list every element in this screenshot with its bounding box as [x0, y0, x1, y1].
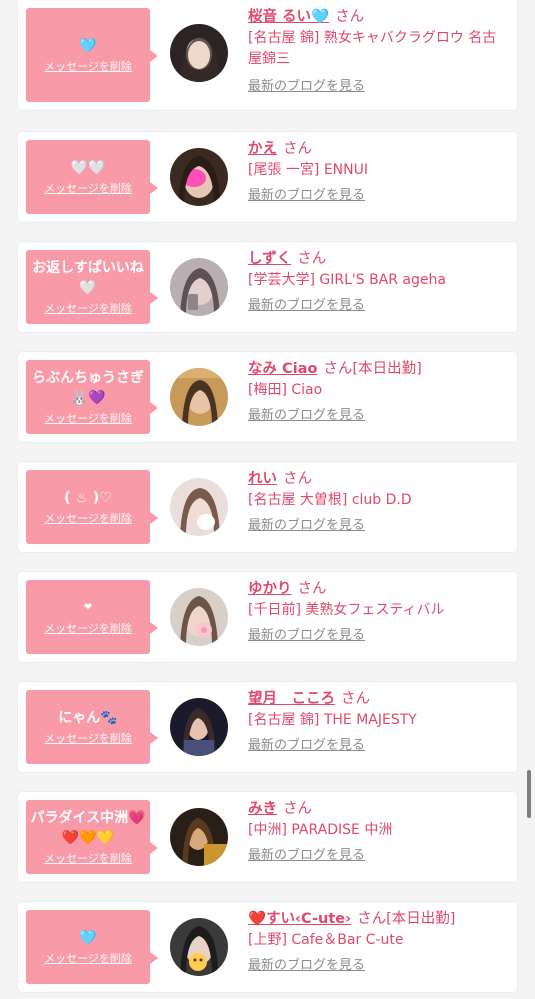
delete-message-link[interactable]: メッセージを削除: [44, 732, 132, 746]
avatar[interactable]: [170, 588, 228, 646]
avatar[interactable]: [170, 808, 228, 866]
delete-message-link[interactable]: メッセージを削除: [44, 952, 132, 966]
delete-message-link[interactable]: メッセージを削除: [44, 182, 132, 196]
avatar[interactable]: [170, 148, 228, 206]
latest-blog-link[interactable]: 最新のブログを見る: [248, 517, 365, 535]
cast-name-link[interactable]: みき: [248, 801, 277, 817]
cast-name-link[interactable]: 望月 こころ: [248, 691, 335, 707]
delete-message-link[interactable]: メッセージを削除: [44, 622, 132, 636]
avatar[interactable]: [170, 368, 228, 426]
avatar[interactable]: [170, 258, 228, 316]
entry-info: れい さん [名古屋 大曽根] club D.D 最新のブログを見る: [248, 468, 507, 535]
cast-name-link[interactable]: れい: [248, 471, 277, 487]
latest-blog-link[interactable]: 最新のブログを見る: [248, 957, 365, 975]
shop-name: [尾張 一宮] ENNUI: [248, 162, 368, 178]
latest-blog-link[interactable]: 最新のブログを見る: [248, 627, 365, 645]
message-text: らぶんちゅうさぎ🐰💜: [32, 370, 144, 406]
entry-info: しずく さん [学芸大学] GIRL'S BAR ageha 最新のブログを見る: [248, 248, 507, 315]
cast-name-link[interactable]: ゆかり: [248, 581, 292, 597]
shop-name: [上野] Cafe＆Bar C-ute: [248, 932, 404, 948]
message-bubble: パラダイス中洲💗❤️🧡💛 メッセージを削除: [26, 800, 158, 874]
shop-name: [名古屋 大曽根] club D.D: [248, 492, 412, 508]
delete-message-link[interactable]: メッセージを削除: [44, 512, 132, 526]
entry-info: かえ さん [尾張 一宮] ENNUI 最新のブログを見る: [248, 138, 507, 205]
entry-info: みき さん [中洲] PARADISE 中洲 最新のブログを見る: [248, 798, 507, 865]
shop-name: [梅田] Ciao: [248, 382, 323, 398]
cast-name-link[interactable]: しずく: [248, 251, 291, 267]
message-text: 🩵: [79, 38, 97, 54]
cast-name-link[interactable]: 桜音 るい🩵: [248, 9, 329, 25]
list-item: パラダイス中洲💗❤️🧡💛 メッセージを削除 みき さん [中洲] PARADISE…: [18, 792, 517, 882]
honorific: さん: [357, 911, 387, 927]
shop-name: [中洲] PARADISE 中洲: [248, 822, 393, 838]
message-text: 🩵: [79, 930, 97, 946]
message-text: にゃん🐾: [58, 710, 118, 726]
entry-info: 桜音 るい🩵 さん [名古屋 錦] 熟女キャバクラグロウ 名古屋錦三 最新のブログ…: [248, 6, 507, 96]
list-item: ( ♨ )♡ メッセージを削除 れい さん [名古屋 大曽根] club D.D …: [18, 462, 517, 552]
list-item: 🤍🤍 メッセージを削除 かえ さん [尾張 一宮] ENNUI 最新のブログを見る: [18, 132, 517, 222]
honorific: さん: [297, 251, 327, 267]
list-item: にゃん🐾 メッセージを削除 望月 こころ さん [名古屋 錦] THE MAJES…: [18, 682, 517, 772]
cast-name-link[interactable]: かえ: [248, 141, 277, 157]
avatar[interactable]: [170, 698, 228, 756]
list-item: 🩵 メッセージを削除 ❤️すい‹C-ute› さん[本日出勤] [上野] Cafe…: [18, 902, 517, 992]
shop-name: [学芸大学] GIRL'S BAR ageha: [248, 272, 446, 288]
honorific: さん: [335, 9, 365, 25]
latest-blog-link[interactable]: 最新のブログを見る: [248, 78, 365, 96]
scrollbar[interactable]: [527, 770, 531, 818]
message-bubble: 🤍🤍 メッセージを削除: [26, 140, 158, 214]
message-text: 🤍🤍: [70, 160, 106, 176]
delete-message-link[interactable]: メッセージを削除: [44, 852, 132, 866]
list-item: 🩵 メッセージを削除 桜音 るい🩵 さん [名古屋 錦] 熟女キャバクラグロウ 名…: [18, 0, 517, 110]
list-item: ❤ メッセージを削除 ゆかり さん [千日前] 美熟女フェスティバル 最新のブログ…: [18, 572, 517, 662]
honorific: さん: [283, 141, 312, 157]
message-text: ❤: [83, 602, 93, 613]
avatar[interactable]: [170, 24, 228, 82]
honorific: さん: [297, 581, 327, 597]
message-bubble: らぶんちゅうさぎ🐰💜 メッセージを削除: [26, 360, 158, 434]
honorific: さん: [323, 361, 353, 377]
entry-info: 望月 こころ さん [名古屋 錦] THE MAJESTY 最新のブログを見る: [248, 688, 507, 755]
avatar[interactable]: [170, 918, 228, 976]
latest-blog-link[interactable]: 最新のブログを見る: [248, 847, 365, 865]
honorific: さん: [341, 691, 370, 707]
entry-info: ❤️すい‹C-ute› さん[本日出勤] [上野] Cafe＆Bar C-ute …: [248, 908, 507, 975]
latest-blog-link[interactable]: 最新のブログを見る: [248, 737, 365, 755]
cast-name-link[interactable]: なみ Ciao: [248, 361, 317, 377]
delete-message-link[interactable]: メッセージを削除: [44, 60, 132, 74]
cast-name-link[interactable]: ❤️すい‹C-ute›: [248, 911, 351, 927]
honorific: さん: [283, 801, 312, 817]
shop-name: [名古屋 錦] THE MAJESTY: [248, 712, 417, 728]
message-bubble: ( ♨ )♡ メッセージを削除: [26, 470, 158, 544]
honorific: さん: [283, 471, 312, 487]
delete-message-link[interactable]: メッセージを削除: [44, 412, 132, 426]
message-bubble: にゃん🐾 メッセージを削除: [26, 690, 158, 764]
list-item: らぶんちゅうさぎ🐰💜 メッセージを削除 なみ Ciao さん[本日出勤] [梅田]…: [18, 352, 517, 442]
message-text: ( ♨ )♡: [64, 490, 112, 506]
list-item: お返しすぱいいね🤍 メッセージを削除 しずく さん [学芸大学] GIRL'S B…: [18, 242, 517, 332]
message-text: パラダイス中洲💗❤️🧡💛: [30, 810, 146, 846]
work-status: [本日出勤]: [386, 911, 456, 927]
delete-message-link[interactable]: メッセージを削除: [44, 302, 132, 316]
entry-info: ゆかり さん [千日前] 美熟女フェスティバル 最新のブログを見る: [248, 578, 507, 645]
work-status: [本日出勤]: [352, 361, 422, 377]
message-bubble: ❤ メッセージを削除: [26, 580, 158, 654]
latest-blog-link[interactable]: 最新のブログを見る: [248, 187, 365, 205]
shop-name: [千日前] 美熟女フェスティバル: [248, 602, 445, 618]
message-bubble: お返しすぱいいね🤍 メッセージを削除: [26, 250, 158, 324]
message-text: お返しすぱいいね🤍: [32, 260, 144, 296]
message-bubble: 🩵 メッセージを削除: [26, 8, 158, 102]
entry-info: なみ Ciao さん[本日出勤] [梅田] Ciao 最新のブログを見る: [248, 358, 507, 425]
latest-blog-link[interactable]: 最新のブログを見る: [248, 297, 365, 315]
avatar[interactable]: [170, 478, 228, 536]
latest-blog-link[interactable]: 最新のブログを見る: [248, 407, 365, 425]
shop-name: [名古屋 錦] 熟女キャバクラグロウ 名古屋錦三: [248, 30, 497, 67]
message-bubble: 🩵 メッセージを削除: [26, 910, 158, 984]
